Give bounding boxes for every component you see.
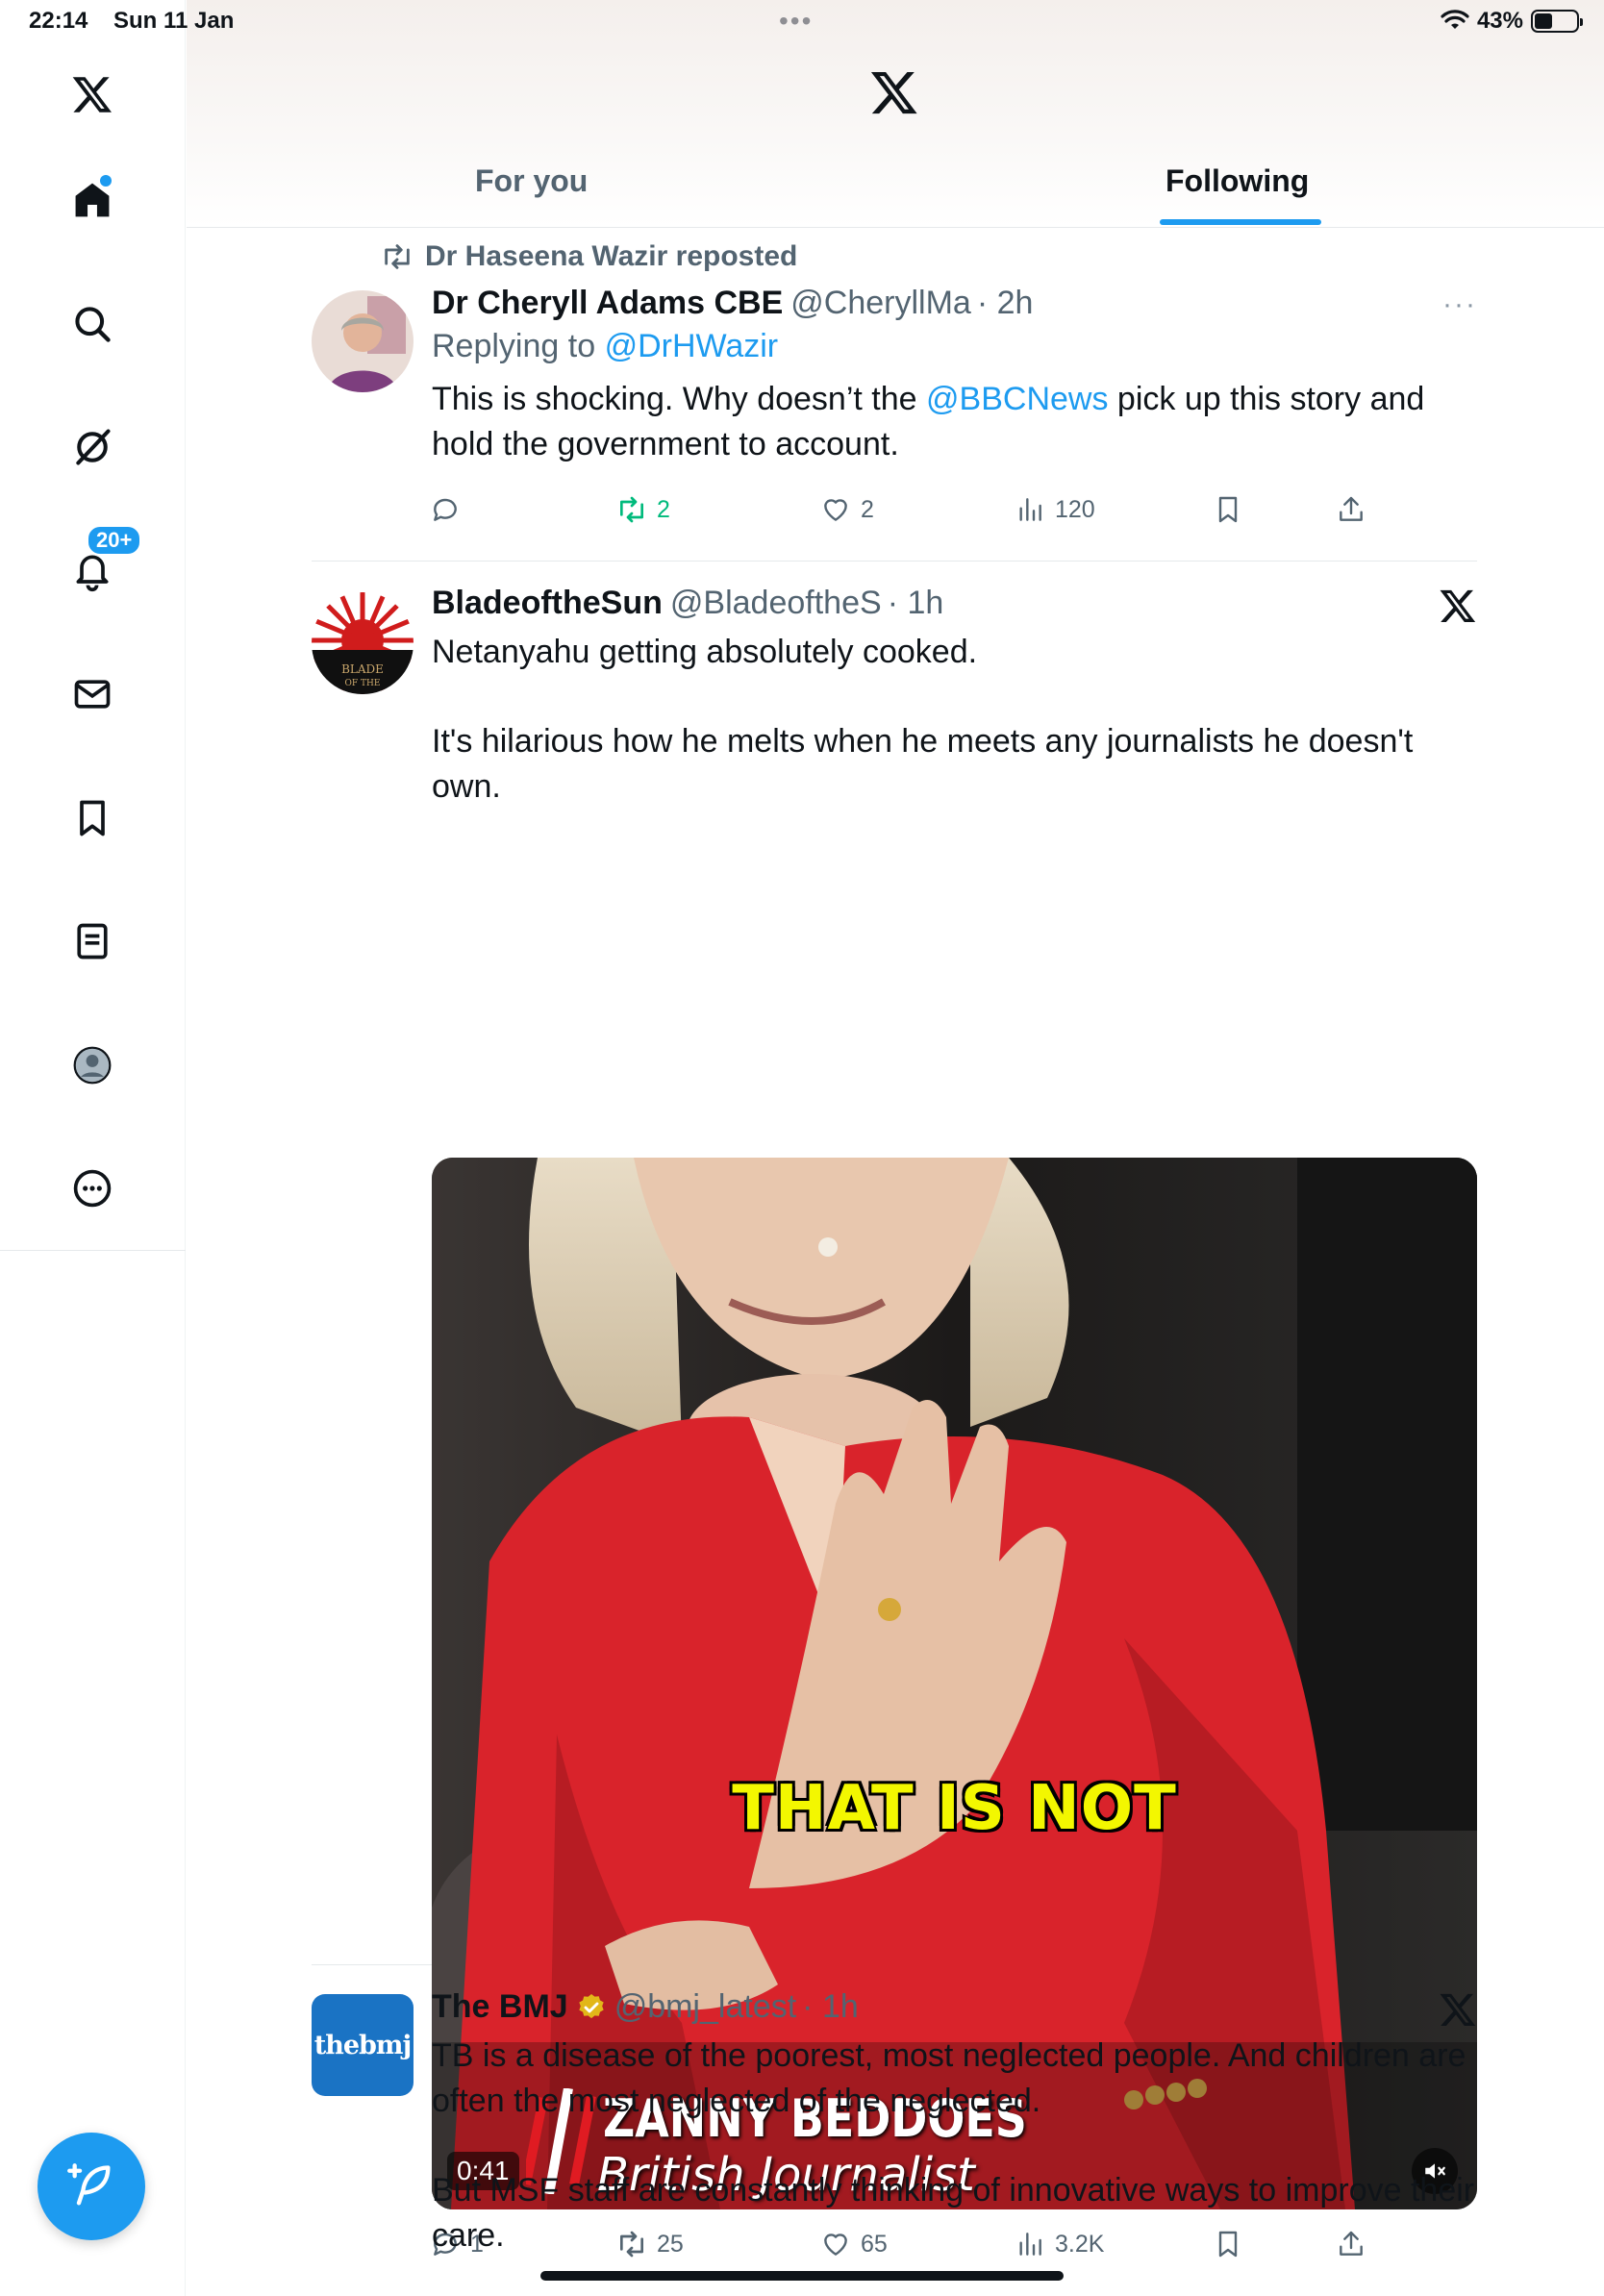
tweet-time: · 1h — [887, 585, 944, 621]
svg-text:OF THE: OF THE — [345, 679, 381, 688]
share-icon — [1340, 496, 1363, 521]
reply-context: Replying to @DrHWazir — [432, 328, 1477, 365]
repost-by-text: Dr Haseena Wazir reposted — [425, 240, 798, 272]
x-logo-icon[interactable] — [60, 62, 125, 127]
svg-text:BLADE: BLADE — [341, 662, 384, 676]
home-indicator[interactable] — [540, 2271, 1064, 2281]
tweet-header: Dr Cheryll Adams CBE @CheryllMa · 2h — [432, 285, 1477, 322]
views-icon — [1019, 498, 1041, 521]
tab-for-you[interactable]: For you — [475, 163, 588, 199]
repost-context: Dr Haseena Wazir reposted — [381, 240, 797, 273]
search-icon — [75, 307, 111, 342]
tweet-header: The BMJ @bmj_latest · 1h — [432, 1988, 1477, 2026]
more-circle-icon — [73, 1169, 112, 1208]
bookmark-icon — [80, 800, 105, 836]
tweet[interactable]: thebmj The BMJ @bmj_latest · 1h TB is a … — [312, 1965, 1477, 2296]
author-name[interactable]: Dr Cheryll Adams CBE — [432, 285, 783, 322]
sidebar-item-lists[interactable] — [60, 909, 125, 974]
tweet-text: But MSF staff are constantly thinking of… — [432, 2172, 1475, 2254]
mention-link[interactable]: @BBCNews — [926, 381, 1108, 417]
timeline-feed: Dr Haseena Wazir reposted ··· Dr Cheryll… — [312, 229, 1477, 2296]
tweet-time: · 1h — [802, 1988, 859, 2025]
tweet-text: This is shocking. Why doesn’t the @BBCNe… — [432, 377, 1477, 467]
author-name[interactable]: The BMJ — [432, 1988, 568, 2026]
avatar[interactable] — [312, 290, 414, 392]
sidebar-item-explore[interactable] — [60, 291, 125, 357]
home-notification-dot — [100, 175, 112, 187]
compose-feather-icon — [67, 2163, 111, 2206]
reply-prefix: Replying to — [432, 328, 596, 364]
notifications-badge: 20+ — [87, 525, 142, 556]
author-handle[interactable]: @CheryllMa — [790, 285, 971, 322]
share-button[interactable] — [1336, 494, 1366, 525]
active-tab-indicator — [1160, 219, 1321, 225]
avatar[interactable]: thebmj — [312, 1994, 414, 2096]
tweet-body: BladeoftheSun @BladeoftheS · 1h Netanyah… — [432, 585, 1477, 810]
status-right: 43% — [1441, 8, 1583, 35]
tweet-body: The BMJ @bmj_latest · 1h TB is a disease… — [432, 1988, 1477, 2259]
list-icon — [77, 923, 108, 960]
bookmark-button[interactable] — [1213, 494, 1243, 525]
heart-icon — [824, 499, 847, 521]
tweet[interactable]: BLADE OF THE BladeoftheSun @BladeoftheS ·… — [312, 562, 1477, 2258]
reply-to-link[interactable]: @DrHWazir — [605, 328, 779, 364]
status-bar: 22:14 Sun 11 Jan ••• 43% — [0, 0, 1604, 44]
multitasking-dots-icon[interactable]: ••• — [779, 6, 813, 37]
mail-icon — [74, 680, 111, 709]
status-date: Sun 11 Jan — [113, 8, 235, 34]
compose-button[interactable] — [38, 2133, 145, 2240]
verified-badge-icon — [579, 1993, 604, 2018]
like-button[interactable]: 2 — [820, 494, 874, 525]
x-logo-icon[interactable] — [869, 67, 919, 117]
avatar-logo-text: thebmj — [313, 2030, 412, 2060]
repost-icon — [385, 244, 410, 269]
reply-button[interactable] — [430, 494, 470, 525]
avatar[interactable]: BLADE OF THE — [312, 592, 414, 694]
status-time: 22:14 — [29, 8, 88, 34]
sidebar-item-grok[interactable] — [60, 414, 125, 480]
battery-percent: 43% — [1476, 8, 1523, 34]
repost-button[interactable]: 2 — [616, 494, 670, 525]
repost-count: 2 — [657, 495, 670, 523]
grok-icon — [76, 429, 111, 465]
tweet-time: · 2h — [976, 285, 1034, 321]
tweet-text-part: This is shocking. Why doesn’t the — [432, 381, 927, 417]
battery-level — [1535, 13, 1553, 29]
sidebar-item-notifications[interactable]: 20+ — [60, 525, 142, 604]
tweet-header: BladeoftheSun @BladeoftheS · 1h — [432, 585, 1477, 622]
sidebar-item-home[interactable] — [60, 167, 125, 233]
tweet-text: Netanyahu getting absolutely cooked. — [432, 634, 978, 670]
author-name[interactable]: BladeoftheSun — [432, 585, 663, 622]
bell-icon — [76, 555, 109, 592]
author-handle[interactable]: @bmj_latest — [614, 1988, 796, 2026]
author-handle[interactable]: @BladeoftheS — [670, 585, 882, 622]
video-caption: THAT IS NOT — [732, 1773, 1177, 1844]
sidebar-item-profile[interactable] — [60, 1033, 125, 1098]
tweet-actions: 2 2 120 — [430, 494, 1363, 533]
repost-icon — [620, 496, 643, 523]
bookmark-icon — [1218, 496, 1238, 523]
tab-following[interactable]: Following — [1165, 163, 1309, 199]
views-button[interactable]: 120 — [1015, 494, 1095, 525]
like-count: 2 — [861, 495, 874, 523]
sidebar-item-messages[interactable] — [60, 661, 125, 727]
views-count: 120 — [1055, 495, 1095, 523]
tweet-text: It's hilarious how he melts when he meet… — [432, 723, 1414, 805]
wifi-icon — [1441, 10, 1469, 29]
avatar-icon — [73, 1046, 112, 1085]
sidebar-item-more[interactable] — [60, 1156, 125, 1221]
sidebar-divider — [0, 1250, 186, 1251]
tweet[interactable]: Dr Haseena Wazir reposted ··· Dr Cheryll… — [312, 229, 1477, 562]
reply-icon — [434, 498, 457, 521]
battery-icon — [1531, 10, 1583, 33]
sidebar: 20+ — [0, 0, 186, 2296]
tweet-text: TB is a disease of the poorest, most neg… — [432, 2037, 1466, 2119]
tweet-body: Dr Cheryll Adams CBE @CheryllMa · 2h Rep… — [432, 285, 1477, 467]
sidebar-item-bookmarks[interactable] — [60, 786, 125, 851]
